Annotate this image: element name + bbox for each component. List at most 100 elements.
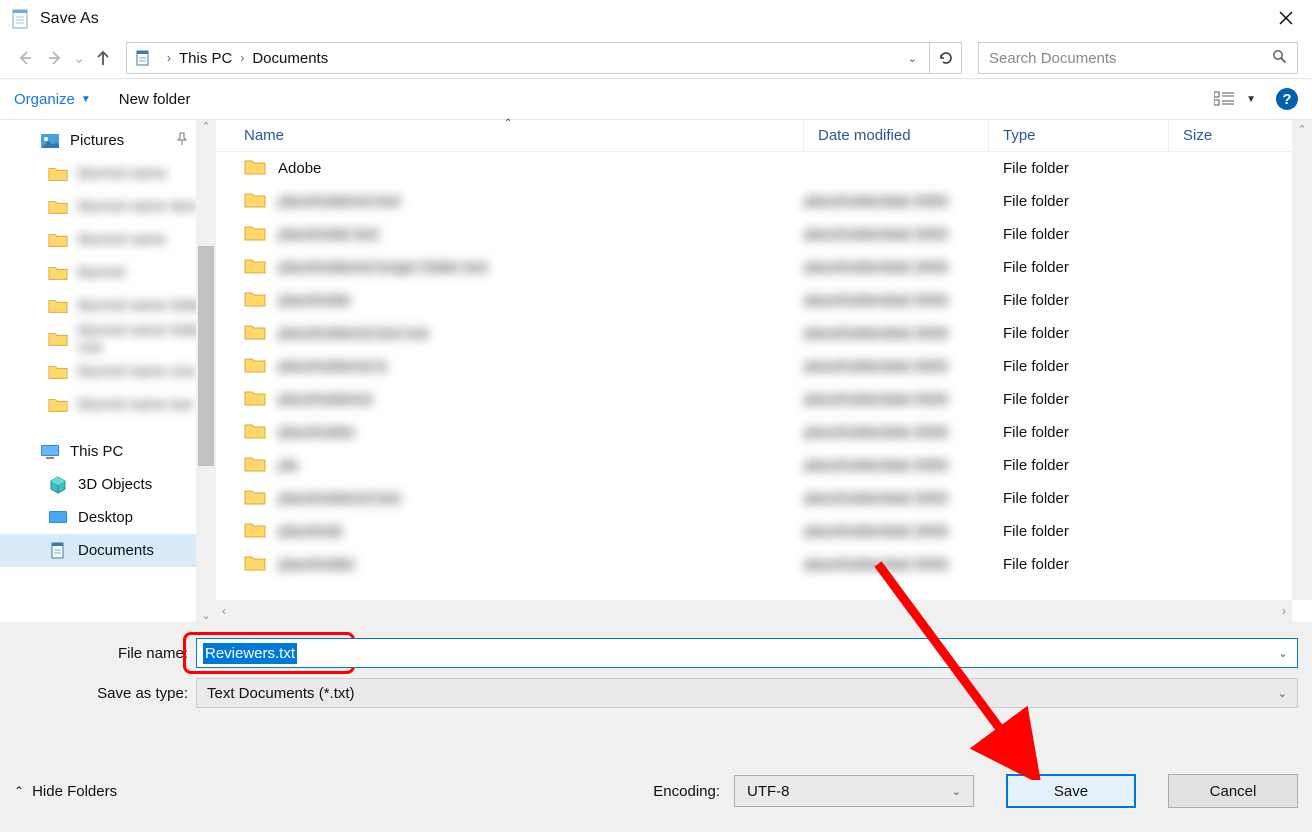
file-row[interactable]: Adobe File folder bbox=[244, 152, 1312, 185]
scrollbar-thumb[interactable] bbox=[198, 246, 214, 466]
sidebar-item[interactable]: blurred name item bbox=[0, 190, 216, 223]
breadcrumb-loc1[interactable]: This PC bbox=[179, 50, 232, 67]
sidebar-item[interactable]: blurred name two bbox=[0, 388, 216, 421]
folder-icon bbox=[48, 396, 68, 414]
chevron-down-icon: ⌄ bbox=[952, 785, 961, 798]
cancel-button[interactable]: Cancel bbox=[1168, 774, 1298, 808]
folder-icon bbox=[244, 422, 268, 444]
toolbar: Organize ▼ New folder ▼ ? bbox=[0, 78, 1312, 120]
sidebar-item-pictures[interactable]: Pictures bbox=[0, 124, 216, 157]
chevron-down-icon: ▼ bbox=[81, 94, 91, 105]
dialog-title: Save As bbox=[40, 10, 99, 28]
title-bar: Save As bbox=[0, 0, 1312, 38]
folder-icon bbox=[244, 191, 268, 213]
filename-combobox[interactable]: Reviewers.txt ⌄ bbox=[196, 638, 1298, 668]
sidebar-item[interactable]: blurred name folder row bbox=[0, 322, 216, 355]
sidebar: Pictures blurred name blurred name item … bbox=[0, 120, 216, 622]
save-as-dialog: Save As ⌄ › This PC › Documents ⌄ bbox=[0, 0, 1312, 832]
help-button[interactable]: ? bbox=[1276, 88, 1298, 110]
breadcrumb-dropdown-icon[interactable]: ⌄ bbox=[902, 52, 923, 65]
file-row[interactable]: placeholdered text rowplaceholderdate 00… bbox=[244, 317, 1312, 350]
file-row[interactable]: placeholderplaceholderdate 0000File fold… bbox=[244, 548, 1312, 581]
file-list: Name⌃ Date modified Type Size Adobe File… bbox=[216, 120, 1312, 622]
folder-icon bbox=[244, 554, 268, 576]
breadcrumb-bar[interactable]: › This PC › Documents ⌄ bbox=[126, 42, 930, 74]
filename-value-selected[interactable]: Reviewers.txt bbox=[203, 643, 297, 664]
nav-row: ⌄ › This PC › Documents ⌄ Search Documen… bbox=[0, 38, 1312, 78]
document-icon bbox=[48, 542, 68, 560]
folder-icon bbox=[244, 521, 268, 543]
folder-icon bbox=[244, 290, 268, 312]
folder-icon bbox=[244, 356, 268, 378]
sidebar-item[interactable]: blurred name one bbox=[0, 355, 216, 388]
sort-asc-icon: ⌃ bbox=[504, 118, 512, 129]
pin-icon bbox=[176, 132, 188, 149]
sidebar-item[interactable]: blurred name folder bbox=[0, 289, 216, 322]
pictures-folder-icon bbox=[40, 132, 60, 150]
saveastype-dropdown[interactable]: Text Documents (*.txt) ⌄ bbox=[196, 678, 1298, 708]
organize-button[interactable]: Organize ▼ bbox=[14, 91, 91, 108]
breadcrumb-sep-icon: › bbox=[159, 51, 179, 65]
file-row[interactable]: placeholdered textplaceholderdate 0000Fi… bbox=[244, 185, 1312, 218]
breadcrumb-loc2[interactable]: Documents bbox=[252, 50, 328, 67]
filename-label: File name: bbox=[14, 645, 196, 662]
sidebar-scrollbar[interactable]: ⌃⌄ bbox=[196, 120, 216, 622]
vertical-scrollbar[interactable]: ⌃ bbox=[1292, 120, 1312, 600]
cube-icon bbox=[48, 476, 68, 494]
file-row[interactable]: placeholderplaceholderdate 0000File fold… bbox=[244, 416, 1312, 449]
search-icon bbox=[1272, 49, 1287, 68]
saveastype-label: Save as type: bbox=[14, 685, 196, 702]
folder-icon bbox=[244, 257, 268, 279]
folder-icon bbox=[48, 363, 68, 381]
save-button[interactable]: Save bbox=[1006, 774, 1136, 808]
file-rows: Adobe File folder placeholdered textplac… bbox=[216, 152, 1312, 600]
nav-recent-dropdown[interactable]: ⌄ bbox=[70, 42, 88, 74]
view-options-button[interactable]: ▼ bbox=[1214, 91, 1256, 107]
file-row[interactable]: placeholdered txplaceholderdate 0000File… bbox=[244, 350, 1312, 383]
sidebar-item-3d-objects[interactable]: 3D Objects bbox=[0, 468, 216, 501]
notepad-icon bbox=[10, 7, 30, 31]
encoding-dropdown[interactable]: UTF-8 ⌄ bbox=[734, 775, 974, 807]
folder-icon bbox=[48, 297, 68, 315]
file-row[interactable]: placeholdplaceholderdate 0000File folder bbox=[244, 515, 1312, 548]
chevron-down-icon[interactable]: ⌄ bbox=[1269, 647, 1297, 660]
chevron-up-icon: ⌃ bbox=[14, 784, 24, 798]
column-type[interactable]: Type bbox=[989, 120, 1169, 151]
folder-icon bbox=[48, 198, 68, 216]
monitor-icon bbox=[40, 443, 60, 461]
file-row[interactable]: placeholde textplaceholderdate 0000File … bbox=[244, 218, 1312, 251]
column-size[interactable]: Size bbox=[1169, 120, 1312, 151]
folder-icon bbox=[244, 455, 268, 477]
column-name[interactable]: Name⌃ bbox=[244, 120, 804, 151]
file-row[interactable]: placeholdered textplaceholderdate 0000Fi… bbox=[244, 482, 1312, 515]
desktop-icon bbox=[48, 509, 68, 527]
sidebar-item-documents[interactable]: Documents bbox=[0, 534, 216, 567]
view-icon bbox=[1214, 91, 1236, 107]
nav-forward-button[interactable] bbox=[40, 42, 70, 74]
new-folder-button[interactable]: New folder bbox=[119, 91, 191, 108]
file-row[interactable]: placeholdered longer folder textplacehol… bbox=[244, 251, 1312, 284]
sidebar-item[interactable]: blurred name bbox=[0, 157, 216, 190]
search-input[interactable]: Search Documents bbox=[978, 42, 1298, 74]
body: Pictures blurred name blurred name item … bbox=[0, 120, 1312, 622]
folder-icon bbox=[244, 158, 268, 180]
sidebar-item[interactable]: blurred bbox=[0, 256, 216, 289]
close-button[interactable] bbox=[1266, 2, 1306, 34]
sidebar-item[interactable]: blurred name bbox=[0, 223, 216, 256]
folder-icon bbox=[48, 264, 68, 282]
file-row[interactable]: plaplaceholderdate 0000File folder bbox=[244, 449, 1312, 482]
breadcrumb-sep-icon: › bbox=[232, 51, 252, 65]
horizontal-scrollbar[interactable]: ‹› bbox=[216, 600, 1292, 622]
refresh-button[interactable] bbox=[930, 42, 962, 74]
column-date[interactable]: Date modified bbox=[804, 120, 989, 151]
nav-back-button[interactable] bbox=[10, 42, 40, 74]
bottom-panel: File name: Reviewers.txt ⌄ Save as type:… bbox=[0, 622, 1312, 832]
hide-folders-button[interactable]: ⌃ Hide Folders bbox=[14, 783, 117, 800]
column-headers: Name⌃ Date modified Type Size bbox=[216, 120, 1312, 152]
file-row[interactable]: placeholdeplaceholderdate 0000File folde… bbox=[244, 284, 1312, 317]
file-row[interactable]: placeholderedplaceholderdate 0000File fo… bbox=[244, 383, 1312, 416]
folder-icon bbox=[48, 231, 68, 249]
sidebar-item-desktop[interactable]: Desktop bbox=[0, 501, 216, 534]
nav-up-button[interactable] bbox=[88, 42, 118, 74]
sidebar-item-this-pc[interactable]: This PC bbox=[0, 435, 216, 468]
